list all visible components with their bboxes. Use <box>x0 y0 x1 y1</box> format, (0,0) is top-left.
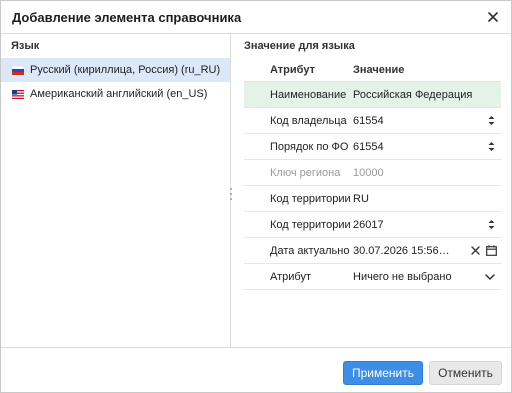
language-panel: Язык Русский (кириллица, Россия) (ru_RU) <box>1 34 231 347</box>
value-field[interactable]: RU <box>350 193 501 205</box>
grid-row-region-key: Ключ региона 10000 <box>244 160 501 186</box>
grid-row-name[interactable]: Наименование Российская Федерация <box>244 82 501 108</box>
grid-row-owner-code[interactable]: Код владельца ФО 61554 <box>244 108 501 134</box>
language-panel-header: Язык <box>11 40 40 52</box>
attribute-label: Код территории <box>270 218 350 231</box>
attribute-label: Атрибут <box>270 270 311 283</box>
close-button[interactable] <box>485 9 501 25</box>
attribute-label: Ключ региона <box>270 166 341 179</box>
grid-row-territory-code[interactable]: Код территории 26017 <box>244 212 501 238</box>
language-list: Русский (кириллица, Россия) (ru_RU) Амер… <box>1 58 230 106</box>
value-text: RU <box>353 192 369 205</box>
value-field[interactable]: 30.07.2026 15:56… <box>350 244 501 258</box>
apply-button[interactable]: Применить <box>343 361 423 385</box>
language-item-label: Американский английский (en_US) <box>30 88 208 100</box>
value-field[interactable]: 26017 <box>350 218 501 232</box>
cancel-button[interactable]: Отменить <box>429 361 502 385</box>
chevron-down-icon[interactable] <box>483 270 497 284</box>
dropdown-value: Ничего не выбрано <box>353 270 452 283</box>
close-icon <box>488 12 498 22</box>
grid-row-actual-date[interactable]: Дата актуальности 30.07.2026 15:56… <box>244 238 501 264</box>
spinner-icon[interactable] <box>485 114 497 128</box>
grid-row-order[interactable]: Порядок по ФО 61554 <box>244 134 501 160</box>
attribute-label: Порядок по ФО <box>270 140 349 153</box>
value-text: 26017 <box>353 218 384 231</box>
language-item-label: Русский (кириллица, Россия) (ru_RU) <box>30 64 221 76</box>
value-text: 30.07.2026 15:56… <box>353 244 450 257</box>
column-header-value: Значение <box>353 63 405 76</box>
clear-icon[interactable] <box>468 244 482 258</box>
grid-row-territory-iso[interactable]: Код территории (ИСО RU <box>244 186 501 212</box>
attribute-label: Наименование <box>270 88 347 101</box>
attribute-label: Код владельца ФО <box>270 114 350 127</box>
value-field: 10000 <box>350 167 501 179</box>
dialog-title: Добавление элемента справочника <box>12 10 242 25</box>
value-text: 61554 <box>353 140 384 153</box>
dictionary-element-dialog: Добавление элемента справочника Язык Рус… <box>0 0 512 393</box>
language-item-en[interactable]: Американский английский (en_US) <box>1 82 230 106</box>
column-header-attribute: Атрибут <box>270 63 315 76</box>
grid-row-attribute-select[interactable]: Атрибут Ничего не выбрано <box>244 264 501 290</box>
value-field[interactable]: 61554 <box>350 140 501 154</box>
grid-header: Атрибут Значение <box>244 58 501 82</box>
language-item-ru[interactable]: Русский (кириллица, Россия) (ru_RU) <box>1 58 230 82</box>
values-panel-header: Значение для языка <box>244 40 355 52</box>
russia-flag-icon <box>12 65 24 75</box>
spinner-icon[interactable] <box>485 140 497 154</box>
values-panel: Значение для языка Атрибут Значение Наим… <box>232 34 511 347</box>
value-text: 10000 <box>353 166 384 179</box>
attribute-label: Дата актуальности <box>270 244 350 257</box>
dialog-titlebar: Добавление элемента справочника <box>1 1 511 34</box>
spinner-icon[interactable] <box>485 218 497 232</box>
attribute-grid: Атрибут Значение Наименование Российская… <box>244 58 501 290</box>
attribute-label: Код территории (ИСО <box>270 192 350 205</box>
value-field[interactable]: 61554 <box>350 114 501 128</box>
value-text: 61554 <box>353 114 384 127</box>
dialog-footer: Применить Отменить <box>1 347 511 392</box>
usa-flag-icon <box>12 89 24 99</box>
value-field[interactable]: Российская Федерация <box>350 89 501 101</box>
attribute-dropdown[interactable]: Ничего не выбрано <box>350 270 501 284</box>
calendar-icon[interactable] <box>484 244 498 258</box>
value-text: Российская Федерация <box>353 88 473 101</box>
